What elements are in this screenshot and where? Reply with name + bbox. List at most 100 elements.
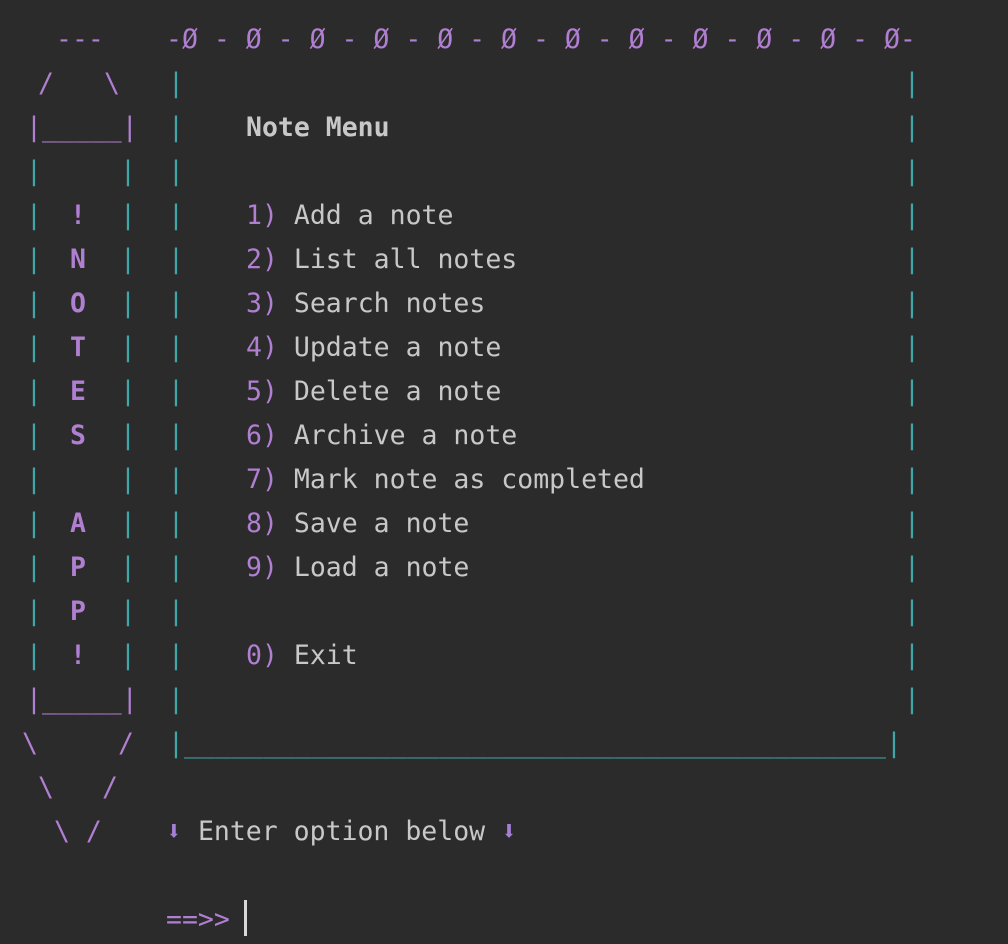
menu-box-right-border: | <box>904 156 920 187</box>
pencil-letter <box>68 458 88 502</box>
pencil-tip-left: \ <box>22 728 38 759</box>
input-prompt[interactable]: ==>> <box>166 898 230 942</box>
pencil-point: \ / <box>54 816 102 847</box>
menu-item-load[interactable]: 9) Load a note <box>246 546 469 590</box>
menu-item-delete[interactable]: 5) Delete a note <box>246 370 501 414</box>
pencil-letter: O <box>70 288 86 319</box>
pencil-slash-left: / <box>38 68 54 99</box>
menu-item-key: 8) <box>246 508 278 539</box>
pencil-bottom: |_____| <box>26 684 138 715</box>
pencil-cap: |_____| <box>26 112 138 143</box>
pencil-wall-left: | <box>26 200 42 231</box>
pencil-wall-left: | <box>26 596 42 627</box>
menu-item-key: 7) <box>246 464 278 495</box>
menu-box-left-border: | <box>168 200 184 231</box>
arrow-down-icon: ⬇ <box>501 816 518 847</box>
arrow-down-icon: ⬇ <box>166 816 182 847</box>
pencil-letter: E <box>70 376 86 407</box>
menu-box-right-border: | <box>904 596 920 627</box>
pencil-wall-left: | <box>26 376 42 407</box>
pencil-wall-right: | <box>120 244 136 275</box>
menu-title: Note Menu <box>246 112 390 143</box>
menu-bottom-border: |_______________________________________… <box>168 728 902 759</box>
pencil-letter: S <box>70 420 86 451</box>
menu-item-complete[interactable]: 7) Mark note as completed <box>246 458 645 502</box>
enter-option-hint: ⬇ Enter option below ⬇ <box>166 810 517 854</box>
menu-box-left-border: | <box>168 288 184 319</box>
menu-item-label: Save a note <box>293 508 470 539</box>
pencil-wall-right: | <box>120 332 136 363</box>
menu-box-right-border: | <box>904 200 920 231</box>
pencil-letter: P <box>70 596 86 627</box>
menu-item-key: 4) <box>246 332 278 363</box>
menu-box-left-border: | <box>168 332 184 363</box>
menu-box-right-border: | <box>904 244 920 275</box>
pencil-wall-right: | <box>120 552 136 583</box>
menu-box-left-border: | <box>168 684 184 715</box>
menu-box-left-border: | <box>168 112 184 143</box>
menu-box-right-border: | <box>904 332 920 363</box>
menu-box-right-border: | <box>904 376 920 407</box>
text-cursor[interactable] <box>244 900 247 936</box>
menu-box-left-border: | <box>168 244 184 275</box>
menu-box-left-border: | <box>168 552 184 583</box>
hint-text: Enter option below <box>197 816 486 847</box>
pencil-wall-left: | <box>26 332 42 363</box>
menu-item-search[interactable]: 3) Search notes <box>246 282 485 326</box>
pencil-letter: T <box>70 332 86 363</box>
prompt-symbol: ==>> <box>166 904 230 935</box>
pencil-wall-left: | <box>26 288 42 319</box>
menu-item-label: Add a note <box>293 200 454 231</box>
pencil-slash-right: \ <box>104 68 120 99</box>
pencil-wall-right: | <box>120 288 136 319</box>
pencil-tip-right-2: / <box>102 772 118 803</box>
menu-item-label: Delete a note <box>293 376 502 407</box>
menu-box-right-border: | <box>904 464 920 495</box>
pencil-tip-right: / <box>118 728 134 759</box>
terminal-window: --- / \ |_____| | | | | | | | | | | | | | | | | | | | | | | | |… <box>0 0 1008 944</box>
menu-box-left-border: | <box>168 156 184 187</box>
menu-box-left-border: | <box>168 640 184 671</box>
pencil-wall-right: | <box>120 200 136 231</box>
pencil-wall-left: | <box>26 244 42 275</box>
pencil-top: --- <box>56 24 104 55</box>
menu-box-left-border: | <box>168 596 184 627</box>
menu-item-label: Load a note <box>293 552 470 583</box>
menu-item-key: 0) <box>246 640 278 671</box>
menu-item-label: Archive a note <box>293 420 518 451</box>
menu-box-left-border: | <box>168 508 184 539</box>
menu-item-label: Search notes <box>293 288 486 319</box>
pencil-letter: N <box>70 244 86 275</box>
pencil-tip-left-2: \ <box>38 772 54 803</box>
menu-item-label: Update a note <box>293 332 502 363</box>
menu-item-key: 3) <box>246 288 278 319</box>
menu-box-right-border: | <box>904 112 920 143</box>
menu-box-right-border: | <box>904 288 920 319</box>
pencil-wall-left: | <box>26 508 42 539</box>
menu-box-left-border: | <box>168 68 184 99</box>
pencil-wall-right: | <box>120 508 136 539</box>
pencil-wall-left: | <box>26 156 42 187</box>
menu-box-right-border: | <box>904 552 920 583</box>
pencil-wall-left: | <box>26 420 42 451</box>
pencil-letter: A <box>70 508 86 539</box>
pencil-wall-right: | <box>120 156 136 187</box>
pencil-wall-left: | <box>26 464 42 495</box>
menu-item-archive[interactable]: 6) Archive a note <box>246 414 517 458</box>
menu-item-save[interactable]: 8) Save a note <box>246 502 469 546</box>
pencil-wall-right: | <box>120 464 136 495</box>
menu-item-add[interactable]: 1) Add a note <box>246 194 453 238</box>
menu-box-left-border: | <box>168 464 184 495</box>
menu-item-list[interactable]: 2) List all notes <box>246 238 517 282</box>
pencil-wall-right: | <box>120 640 136 671</box>
menu-box-left-border: | <box>168 376 184 407</box>
menu-box-right-border: | <box>904 68 920 99</box>
menu-item-key: 1) <box>246 200 278 231</box>
menu-item-exit[interactable]: 0) Exit <box>246 634 358 678</box>
pencil-wall-left: | <box>26 640 42 671</box>
pencil-letter: ! <box>70 640 86 671</box>
menu-box-right-border: | <box>904 508 920 539</box>
menu-item-key: 2) <box>246 244 278 275</box>
menu-item-update[interactable]: 4) Update a note <box>246 326 501 370</box>
pencil-letter: P <box>70 552 86 583</box>
